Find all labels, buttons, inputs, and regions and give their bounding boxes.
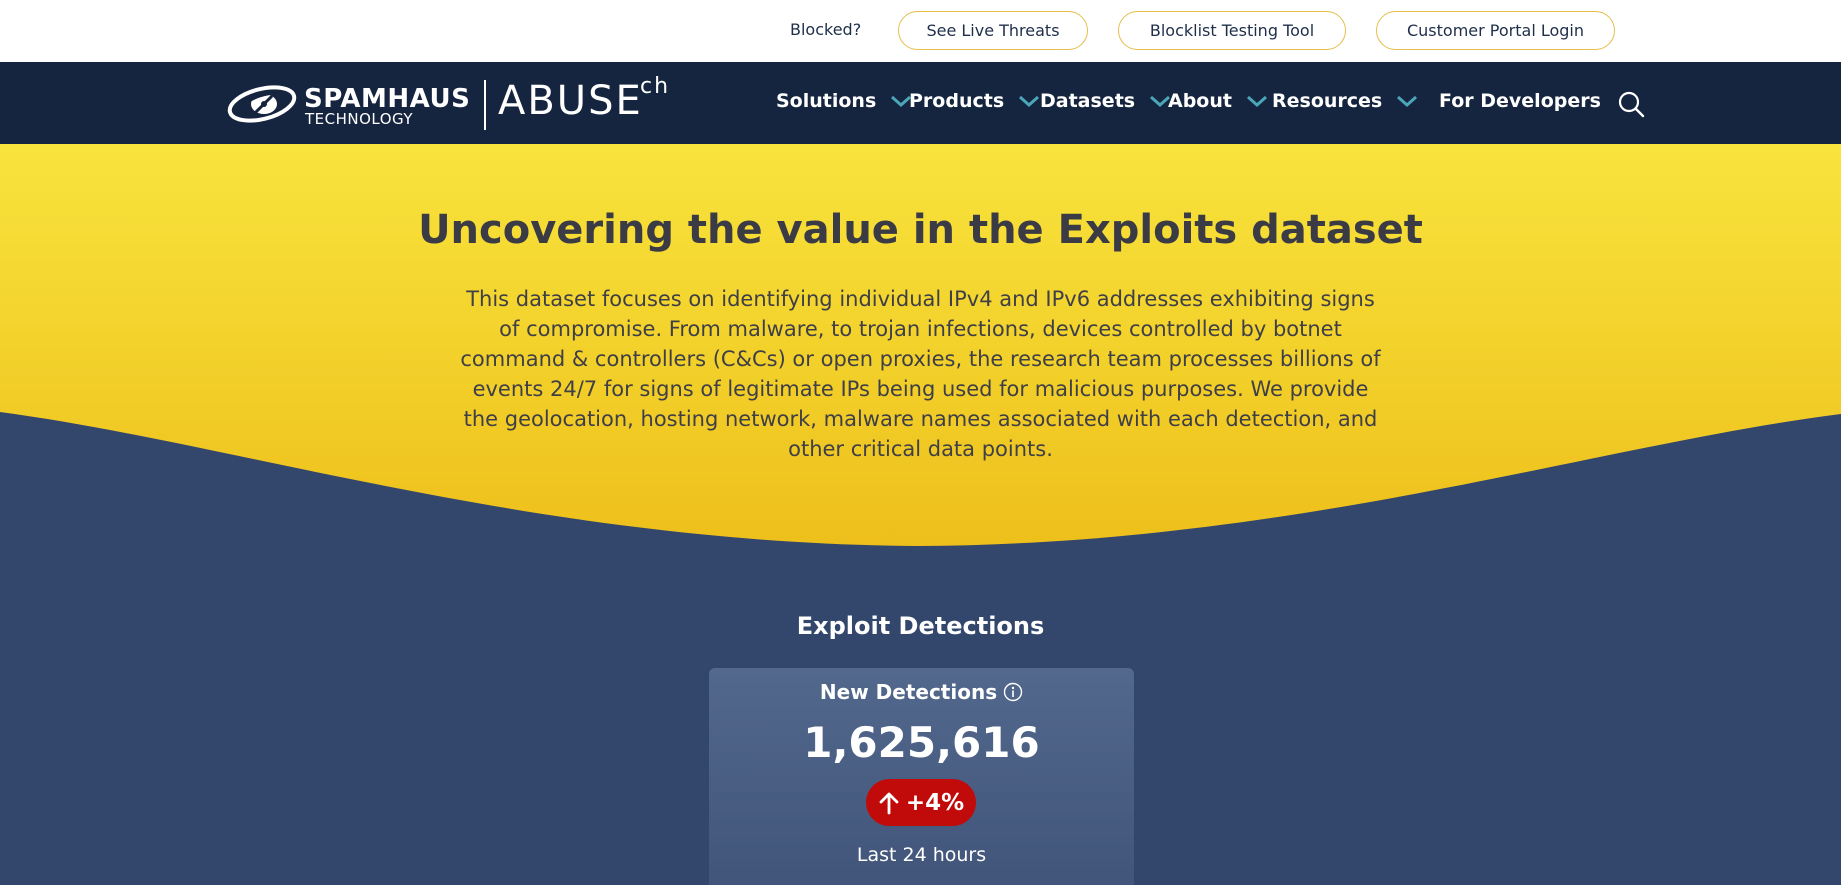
new-detections-label: New Detections	[819, 680, 998, 704]
new-detections-card: New Detections 1,625,616 +4% Last 24 hou…	[709, 668, 1134, 885]
main-nav: SPAMHAUS TECHNOLOGY ABUSE ch Solutions P…	[0, 62, 1841, 144]
abuse-ch-suffix: ch	[640, 74, 671, 99]
logo-divider	[484, 80, 486, 130]
nav-resources[interactable]: Resources	[1272, 90, 1418, 112]
technology-wordmark: TECHNOLOGY	[305, 110, 414, 128]
nav-products[interactable]: Products	[909, 90, 1040, 112]
card-label-row: New Detections	[709, 680, 1134, 704]
nav-resources-label: Resources	[1272, 90, 1383, 112]
change-badge: +4%	[866, 779, 976, 826]
chevron-down-icon	[1397, 95, 1418, 108]
exploit-detections-heading: Exploit Detections	[796, 612, 1045, 640]
nav-solutions[interactable]: Solutions	[776, 90, 912, 112]
chevron-down-icon	[1246, 95, 1267, 108]
customer-portal-login-button[interactable]: Customer Portal Login	[1376, 11, 1615, 50]
detections-period: Last 24 hours	[856, 844, 987, 866]
nav-for-developers[interactable]: For Developers	[1439, 90, 1601, 112]
page-title: Uncovering the value in the Exploits dat…	[418, 207, 1423, 253]
see-live-threats-button[interactable]: See Live Threats	[898, 11, 1088, 50]
spamhaus-logo-icon	[227, 85, 297, 123]
chevron-down-icon	[1019, 95, 1040, 108]
nav-about[interactable]: About	[1168, 90, 1268, 112]
utility-bar: Blocked? See Live Threats Blocklist Test…	[0, 0, 1841, 62]
nav-about-label: About	[1168, 90, 1232, 112]
blocklist-testing-tool-button[interactable]: Blocklist Testing Tool	[1118, 11, 1346, 50]
nav-products-label: Products	[909, 90, 1005, 112]
hero-description: This dataset focuses on identifying indi…	[460, 287, 1381, 461]
search-icon[interactable]	[1617, 90, 1645, 118]
blocked-link[interactable]: Blocked?	[790, 20, 861, 39]
abuse-wordmark: ABUSE	[498, 78, 643, 124]
site-logo[interactable]: SPAMHAUS TECHNOLOGY ABUSE ch	[226, 74, 676, 132]
info-icon[interactable]	[1003, 682, 1023, 702]
arrow-up-icon	[879, 792, 899, 814]
detections-count: 1,625,616	[803, 718, 1040, 767]
change-value: +4%	[905, 789, 965, 816]
nav-datasets-label: Datasets	[1040, 90, 1136, 112]
nav-datasets[interactable]: Datasets	[1040, 90, 1171, 112]
nav-solutions-label: Solutions	[776, 90, 877, 112]
